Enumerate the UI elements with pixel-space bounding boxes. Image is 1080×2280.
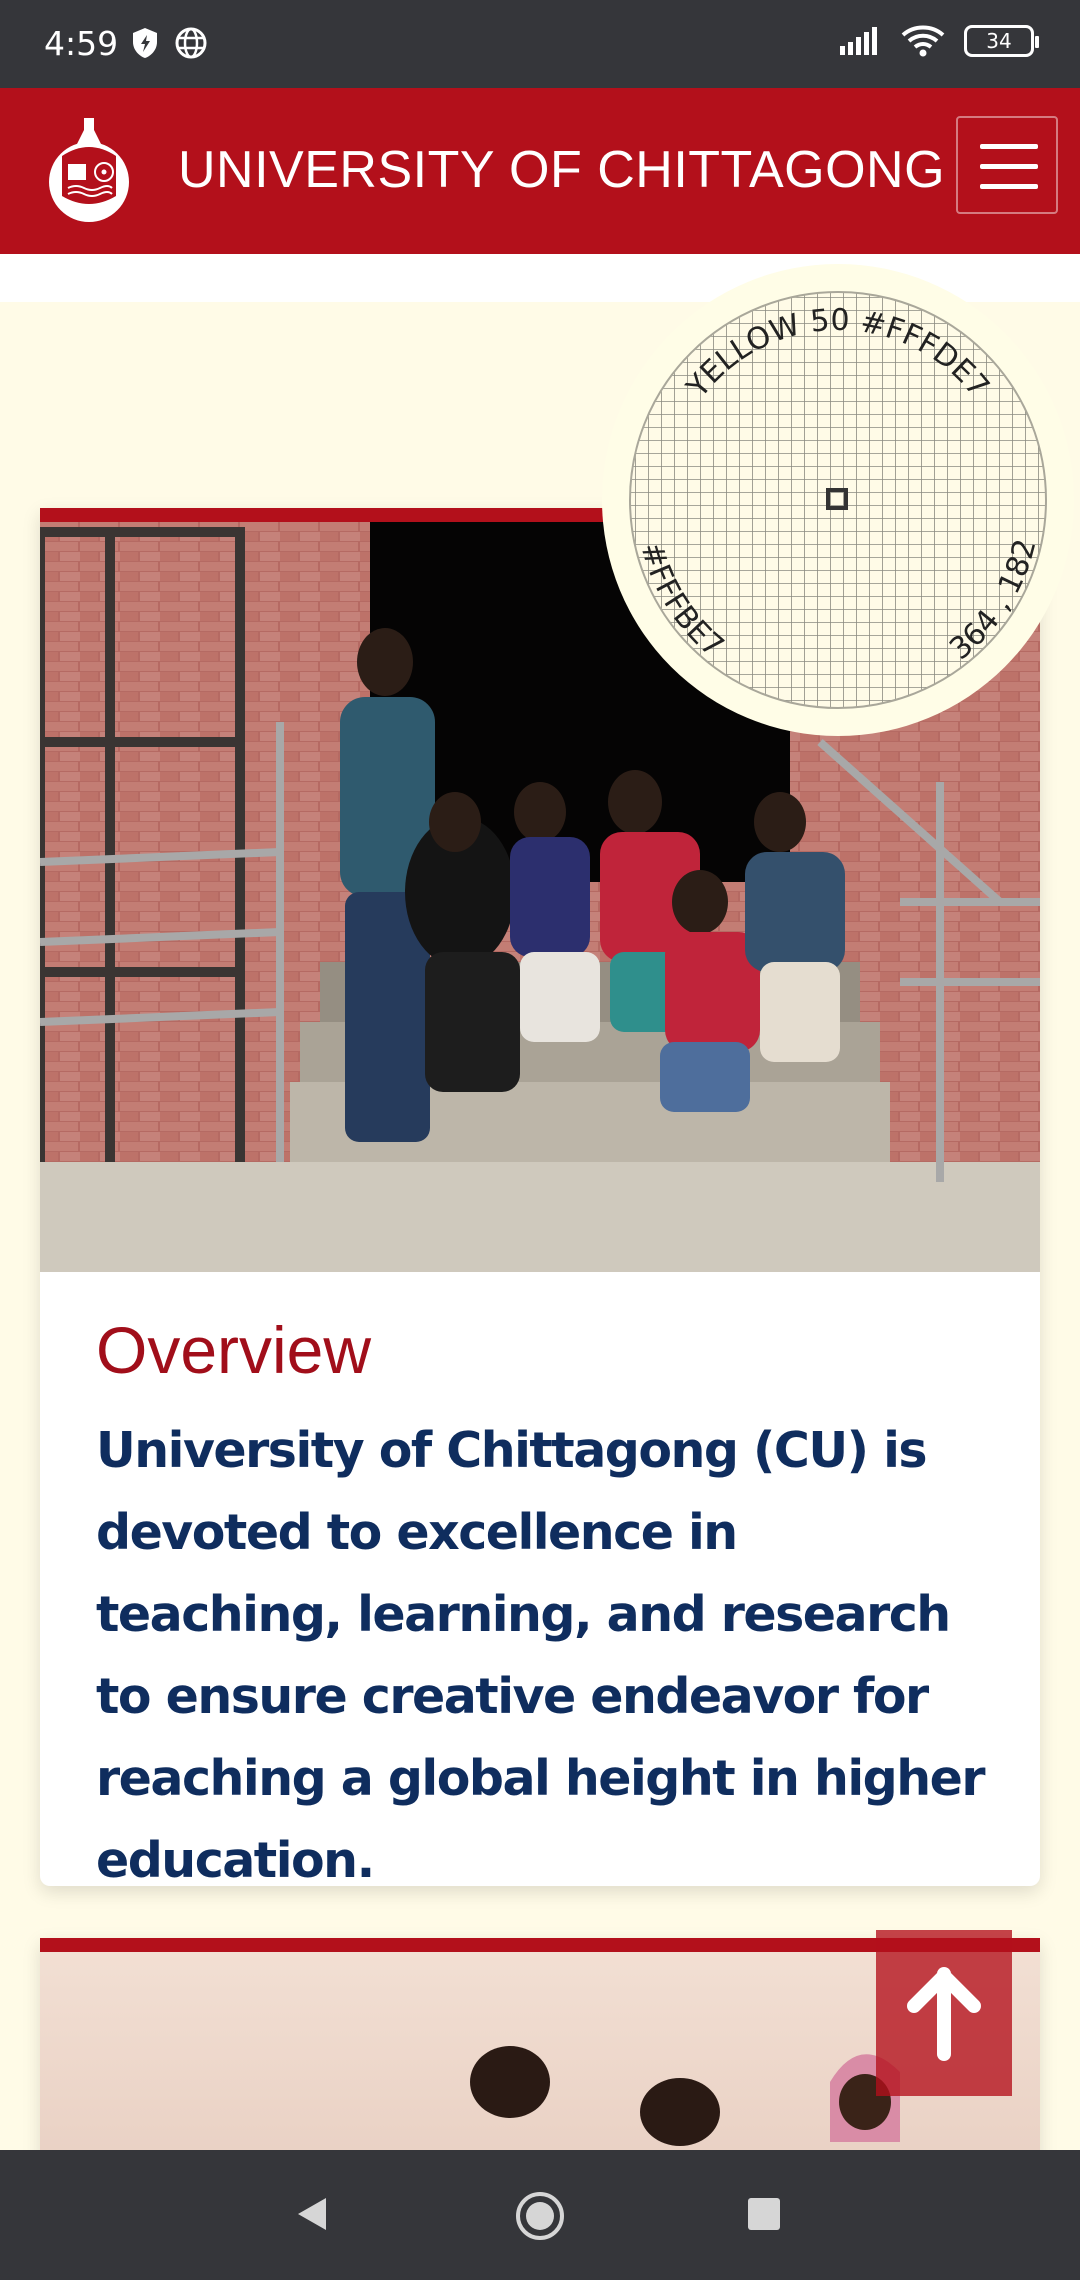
wifi-icon (901, 25, 945, 57)
globe-icon (175, 27, 207, 59)
status-time: 4:59 (44, 24, 119, 63)
scroll-to-top-button[interactable] (876, 1930, 1012, 2096)
system-nav-bar (0, 2150, 1080, 2280)
color-picker-magnifier: YELLOW 50 #FFFDE7 #FFFBE7 364 , 182 (596, 258, 1080, 742)
arrow-up-icon (907, 1967, 981, 2061)
overview-text: University of Chittagong (CU) is devoted… (96, 1422, 986, 1886)
signal-icon (840, 27, 877, 55)
overview-title[interactable]: Overview (96, 1312, 984, 1388)
site-header: UNIVERSITY OF CHITTAGONG (0, 88, 1080, 254)
home-icon[interactable] (514, 2190, 566, 2242)
menu-button[interactable] (956, 116, 1058, 214)
site-title[interactable]: UNIVERSITY OF CHITTAGONG (178, 140, 945, 200)
shield-icon (133, 28, 157, 58)
battery-icon: 34 (964, 25, 1039, 57)
overview-card-body: Overview University of Chittagong (CU) i… (40, 1272, 1040, 1886)
hamburger-icon (980, 144, 1038, 149)
recents-icon[interactable] (746, 2196, 782, 2232)
status-right-icons: 34 (838, 24, 1039, 58)
hamburger-icon-bar (980, 164, 1038, 169)
status-bar: 4:59 34 (0, 0, 1080, 88)
university-logo[interactable] (46, 116, 132, 226)
status-left-icons (130, 26, 208, 60)
hamburger-icon-bar (980, 184, 1038, 189)
back-icon[interactable] (292, 2194, 332, 2234)
